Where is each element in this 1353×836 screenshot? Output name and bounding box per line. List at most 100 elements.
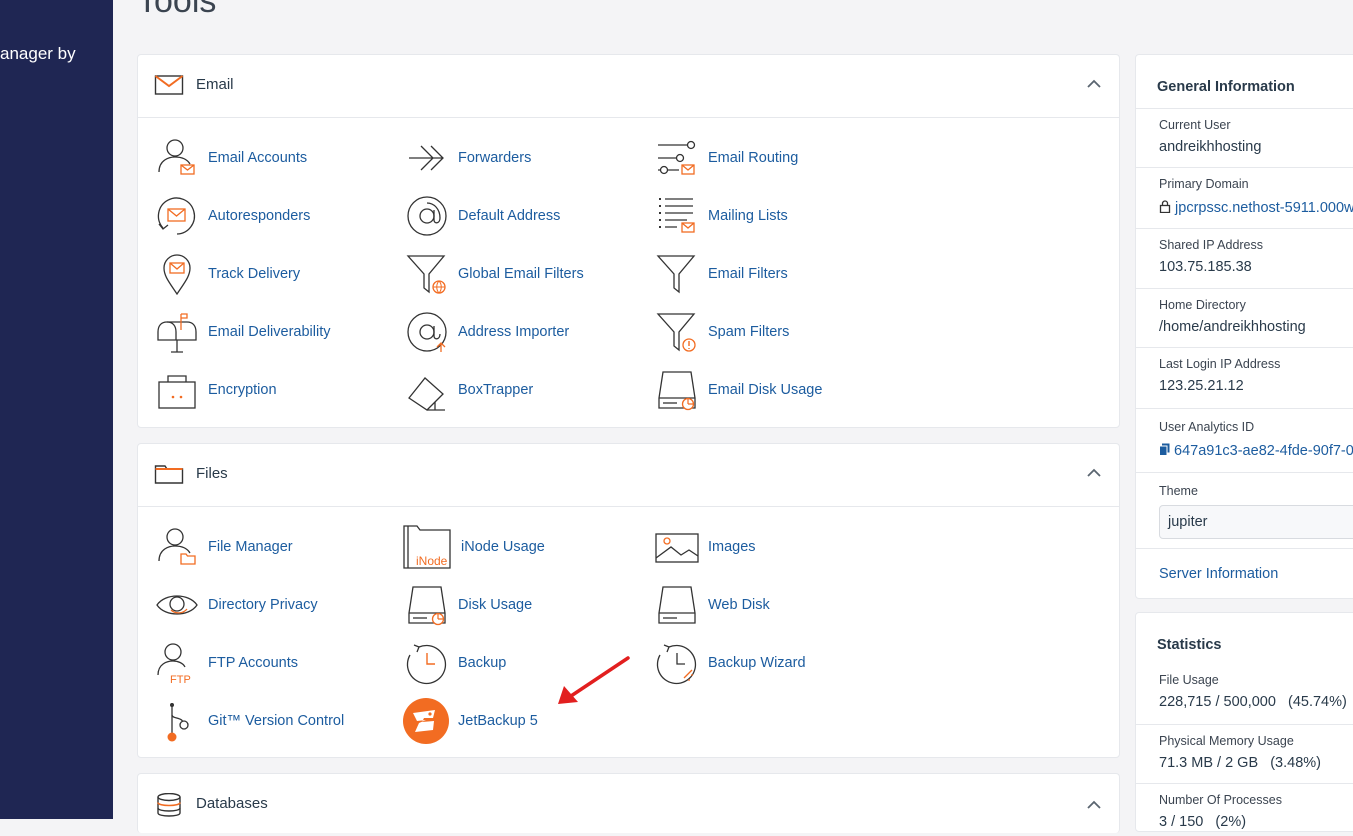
sidebar: anager by — [0, 0, 113, 819]
ftp-accounts-icon: FTP — [157, 643, 191, 685]
jetbackup-link[interactable]: JetBackup 5 — [402, 698, 538, 744]
email-routing-label: Email Routing — [708, 150, 799, 166]
analytics-id-label: User Analytics ID — [1159, 420, 1255, 434]
encryption-label: Encryption — [208, 382, 277, 398]
directory-privacy-label: Directory Privacy — [208, 597, 318, 613]
git-version-control-link[interactable]: Git™ Version Control — [155, 699, 344, 743]
disk-usage-icon — [408, 586, 446, 626]
mailbox-icon — [157, 313, 197, 353]
spam-filters-link[interactable]: Spam Filters — [655, 310, 789, 354]
files-section-title: Files — [196, 465, 228, 482]
spam-filters-label: Spam Filters — [708, 324, 790, 340]
email-deliverability-label: Email Deliverability — [208, 324, 331, 340]
email-disk-usage-link[interactable]: Email Disk Usage — [655, 368, 822, 412]
page-title: Tools — [137, 0, 217, 20]
web-disk-label: Web Disk — [708, 597, 770, 613]
email-filters-link[interactable]: Email Filters — [655, 252, 788, 296]
general-information-title: General Information — [1157, 79, 1295, 95]
memory-usage-row: Physical Memory Usage 71.3 MB / 2 GB (3.… — [1136, 724, 1353, 783]
address-importer-icon — [407, 312, 447, 352]
file-manager-icon — [158, 528, 196, 565]
web-disk-link[interactable]: Web Disk — [655, 583, 770, 627]
mailing-lists-link[interactable]: Mailing Lists — [655, 194, 788, 238]
backup-link[interactable]: Backup — [405, 641, 506, 685]
email-section: Email Email Accounts Forwarders Email Ro… — [137, 54, 1120, 428]
encryption-link[interactable]: Encryption — [155, 368, 277, 412]
filter-icon — [656, 255, 696, 294]
theme-label: Theme — [1159, 484, 1198, 498]
sidebar-brand-text: anager by — [0, 44, 76, 63]
autoresponders-icon — [157, 197, 196, 235]
autoresponders-link[interactable]: Autoresponders — [155, 194, 310, 238]
global-email-filters-link[interactable]: Global Email Filters — [405, 252, 584, 296]
forwarders-label: Forwarders — [458, 150, 532, 166]
track-delivery-link[interactable]: Track Delivery — [155, 252, 300, 296]
current-user-label: Current User — [1159, 118, 1231, 132]
jetbackup-label: JetBackup 5 — [458, 713, 538, 729]
disk-usage-icon — [658, 371, 696, 411]
chevron-up-icon[interactable] — [1087, 79, 1101, 89]
ftp-icon-text: FTP — [170, 674, 191, 685]
email-disk-usage-label: Email Disk Usage — [708, 382, 823, 398]
global-email-filters-label: Global Email Filters — [458, 266, 584, 282]
chevron-up-icon[interactable] — [1087, 800, 1101, 810]
databases-section: Databases — [137, 773, 1120, 833]
forwarders-icon — [409, 145, 444, 171]
images-link[interactable]: Images — [655, 525, 756, 569]
address-importer-link[interactable]: Address Importer — [405, 310, 569, 354]
email-section-title: Email — [196, 76, 234, 93]
server-information-link[interactable]: Server Information — [1159, 566, 1353, 582]
boxtrapper-link[interactable]: BoxTrapper — [405, 368, 533, 412]
track-delivery-label: Track Delivery — [208, 266, 301, 282]
database-icon — [157, 793, 181, 817]
files-section-header[interactable]: Files — [138, 444, 1119, 507]
memory-usage-label: Physical Memory Usage — [1159, 734, 1294, 748]
inode-usage-link[interactable]: iNode iNode Usage — [402, 525, 545, 569]
primary-domain-row: Primary Domain jpcrpssc.nethost-5911.000… — [1136, 167, 1353, 228]
backup-wizard-label: Backup Wizard — [708, 655, 806, 671]
disk-usage-label: Disk Usage — [458, 597, 533, 613]
email-routing-link[interactable]: Email Routing — [655, 136, 798, 180]
boxtrapper-icon — [408, 377, 445, 411]
theme-select[interactable]: jupiter — [1159, 505, 1353, 539]
inode-usage-icon: iNode — [403, 525, 451, 569]
file-usage-label: File Usage — [1159, 673, 1219, 687]
forwarders-link[interactable]: Forwarders — [405, 136, 531, 180]
mailing-lists-label: Mailing Lists — [708, 208, 788, 224]
databases-section-header[interactable]: Databases — [138, 774, 1119, 836]
default-address-link[interactable]: Default Address — [405, 194, 560, 238]
files-section: Files File Manager iNode iNode Usage Ima… — [137, 443, 1120, 758]
email-accounts-link[interactable]: Email Accounts — [155, 136, 307, 180]
databases-section-title: Databases — [196, 795, 268, 812]
annotation-arrow — [558, 656, 630, 704]
copy-icon[interactable] — [1159, 443, 1170, 456]
home-directory-row: Home Directory /home/andreikhhosting — [1136, 288, 1353, 347]
boxtrapper-label: BoxTrapper — [458, 382, 534, 398]
primary-domain-link[interactable]: jpcrpssc.nethost-5911.000w — [1175, 200, 1353, 216]
encryption-icon — [158, 375, 196, 409]
backup-wizard-link[interactable]: Backup Wizard — [655, 641, 806, 685]
email-section-header[interactable]: Email — [138, 55, 1119, 118]
eye-icon — [156, 595, 198, 615]
file-manager-link[interactable]: File Manager — [155, 525, 293, 569]
general-information-panel: General Information Current User andreik… — [1135, 54, 1353, 599]
chevron-up-icon[interactable] — [1087, 468, 1101, 478]
analytics-id-value[interactable]: 647a91c3-ae82-4fde-90f7-0 — [1174, 443, 1353, 459]
at-sign-icon — [407, 196, 447, 236]
file-usage-value: 228,715 / 500,000 (45.74%) — [1159, 694, 1347, 710]
last-login-value: 123.25.21.12 — [1159, 378, 1244, 394]
email-deliverability-link[interactable]: Email Deliverability — [155, 310, 330, 354]
images-icon — [655, 533, 699, 563]
address-importer-label: Address Importer — [458, 324, 570, 340]
ftp-accounts-link[interactable]: FTP FTP Accounts — [155, 641, 298, 685]
theme-row: Theme jupiter — [1136, 472, 1353, 548]
email-routing-icon — [658, 140, 696, 175]
git-icon — [167, 703, 189, 742]
directory-privacy-link[interactable]: Directory Privacy — [155, 583, 318, 627]
memory-usage-value: 71.3 MB / 2 GB (3.48%) — [1159, 755, 1321, 771]
last-login-row: Last Login IP Address 123.25.21.12 — [1136, 347, 1353, 408]
web-disk-icon — [658, 586, 696, 624]
disk-usage-link[interactable]: Disk Usage — [405, 583, 532, 627]
spam-filter-icon — [656, 313, 696, 352]
folder-icon — [154, 465, 184, 484]
